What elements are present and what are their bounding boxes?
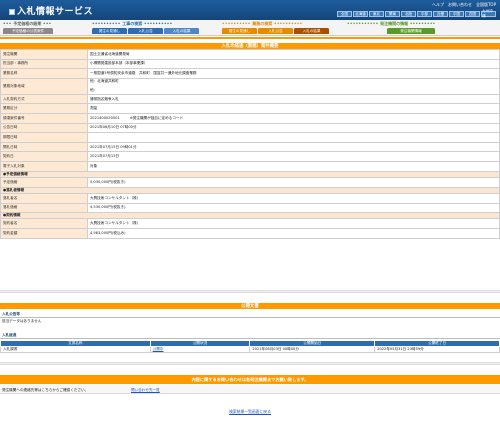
detail-row: 電子入札対象 対象 [0, 160, 500, 172]
national-top-link[interactable]: 全国版TOP [476, 2, 496, 8]
contact-list-link[interactable]: 問い合わせ先一覧 [131, 388, 160, 393]
document-status-link[interactable]: 公開中 [153, 347, 164, 351]
help-link[interactable]: ヘルプ [432, 2, 444, 8]
tab-service-outlook[interactable]: 発注の見通し [222, 28, 257, 34]
detail-row: 開札日時 2021年07月15日 09時01分 [0, 141, 500, 153]
region-tab[interactable]: 中部 [417, 11, 432, 17]
top-links: ヘルプ お問い合わせ 全国版TOP [432, 2, 496, 8]
detail-row: 契約日 2021年07月15日 [0, 151, 500, 162]
detail-row: 発注機関 国土交通省北海道開発局 [0, 49, 500, 60]
detail-row: 契約者名 大興技術コンサルタント（株） [0, 218, 500, 230]
detail-row: 予定価格 5,030,000円(税抜き) [0, 176, 500, 188]
region-tab[interactable]: 北陸 [401, 11, 416, 17]
nav-group-construction: •••••••••• 工事の検索 •••••••••• 発注の見通し 入札公告 … [92, 21, 199, 34]
detail-row: 業務区分 測量 [0, 103, 500, 114]
tab-planned-price[interactable]: 予定価格の公表案件 [3, 28, 53, 34]
nav-group-agency: ••••••••••• 発注機関の情報 ••••••••• 発注機関情報 [347, 21, 436, 34]
detail-row: 落札価格 4,530,000円(税抜き) [0, 202, 500, 214]
nav-group-service: •••••••••• 業務の検索 •••••••••• 発注の見通し 入札公告 … [222, 21, 329, 34]
region-tab[interactable]: 四国 [465, 11, 480, 17]
contact-link[interactable]: お問い合わせ [448, 2, 472, 8]
divider [0, 338, 500, 339]
detail-row: 落札者名 大興技術コンサルタント（株） [0, 192, 500, 204]
region-tab[interactable]: 中国 [449, 11, 464, 17]
region-tab[interactable]: 東北 [369, 11, 384, 17]
table-row: 入札調書 公開中 2021年08月03日 00時00分 2022年05月31日 … [0, 346, 500, 353]
back-to-results-link[interactable]: 検索結果一覧画面に戻る [0, 409, 500, 415]
detail-row: 公告日時 2021年06月10日 07時00分 [0, 122, 500, 134]
detail-table: 発注機関 国土交通省北海道開発局 担当部・事務所 小樽開発建設部本部（本部事業課） … [0, 49, 500, 239]
detail-row: 業務名称 一般国道5号倶知安余市道路 共和町 国富共一通外地元調査業務 [0, 68, 500, 79]
public-docs-title: 公開文書 [0, 302, 500, 309]
documents-table: 文書名称 公開状況 公開開始日 公開終了日 入札調書 公開中 2021年08月0… [0, 340, 500, 353]
contact-bar: 内容に関するお問い合わせは各発注機関までお願い致します。 [0, 375, 500, 384]
region-tab[interactable]: 近畿 [433, 11, 448, 17]
detail-row: 業務対象地域 他：北海道共和町 他： [0, 77, 500, 95]
region-tab[interactable]: 北海道 [353, 11, 368, 17]
detail-title: 入札の経過（業務）案件概要 [0, 42, 500, 49]
tab-service-result[interactable]: 入札の結果 [294, 28, 329, 34]
tab-agency-info[interactable]: 発注機関情報 [387, 28, 435, 34]
tab-construction-notice[interactable]: 入札公告 [128, 28, 163, 34]
section-nav: ••• 予定価格の結果 ••• 予定価格の公表案件 •••••••••• 工事の… [0, 20, 500, 36]
site-logo[interactable]: 入札情報サービス [9, 4, 93, 17]
notice-empty-text: 該当データはありません [2, 319, 42, 323]
contact-row: 発注機関への連絡先等はこちらからご確認ください。 問い合わせ先一覧 [0, 385, 500, 394]
detail-row: 期限日時 [0, 132, 500, 143]
region-tab[interactable]: 全国 [337, 11, 352, 17]
section-spacer [0, 290, 500, 293]
detail-row: 調達案件番号 2021400020001 ※発注機関が独自に定めるコード [0, 112, 500, 124]
site-header: 入札情報サービス ヘルプ お問い合わせ 全国版TOP 全国 北海道 東北 関東 … [0, 0, 500, 20]
divider [0, 317, 500, 318]
region-tabs: 全国 北海道 東北 関東 北陸 中部 近畿 中国 四国 九州沖縄 [337, 9, 496, 18]
tab-construction-outlook[interactable]: 発注の見通し [92, 28, 127, 34]
contact-text: 発注機関への連絡先等はこちらからご確認ください。 [2, 387, 89, 392]
detail-row: 担当部・事務所 小樽開発建設部本部（本部事業課） [0, 58, 500, 70]
region-tab[interactable]: 関東 [385, 11, 400, 17]
section-spacer [0, 362, 500, 365]
detail-row: 契約金額 4,983,000円(税込み) [0, 228, 500, 239]
tab-service-notice[interactable]: 入札公告 [258, 28, 293, 34]
nav-group-planned: ••• 予定価格の結果 ••• 予定価格の公表案件 [3, 21, 53, 34]
detail-row: 入札契約方式 通常指名競争入札 [0, 93, 500, 105]
region-tab[interactable]: 九州沖縄 [481, 9, 496, 18]
tab-construction-result[interactable]: 入札の結果 [164, 28, 199, 34]
nav-divider [0, 37, 500, 39]
logo-icon [9, 8, 15, 15]
